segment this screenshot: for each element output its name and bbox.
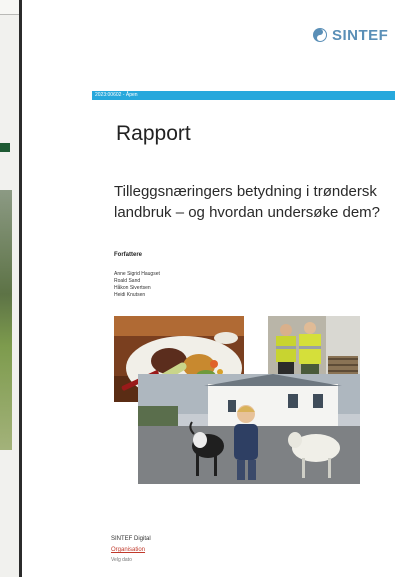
footer-unit-field[interactable]: Organisation <box>111 547 145 553</box>
report-cover-page: SINTEF 2023:00602 - Åpen Rapport Tillegg… <box>22 0 416 577</box>
sintef-logo: SINTEF <box>312 26 388 44</box>
authors-list: Anne Sigrid Haugset Roald Sand Håkon Siv… <box>114 271 160 299</box>
document-type: Rapport <box>116 122 191 145</box>
report-id-bar: 2023:00602 - Åpen <box>92 91 395 100</box>
goats-boy-photo <box>138 374 360 484</box>
sintef-logo-icon <box>313 28 327 42</box>
authors-heading: Forfattere <box>114 252 143 258</box>
author-name: Heidi Knutsen <box>114 292 146 298</box>
photo-collage <box>114 316 360 484</box>
footer-date-field[interactable]: Velg dato <box>111 557 132 563</box>
background-page-photo <box>0 190 12 450</box>
report-title: Tilleggsnæringers betydning i trøndersk … <box>114 183 381 221</box>
author-name: Roald Sand <box>114 278 141 284</box>
author-name: Anne Sigrid Haugset <box>114 271 160 277</box>
logo-text: SINTEF <box>332 26 389 44</box>
footer-organization: SINTEF Digital <box>111 536 151 542</box>
background-page-tag <box>0 143 10 152</box>
author-name: Håkon Sivertsen <box>114 285 151 291</box>
